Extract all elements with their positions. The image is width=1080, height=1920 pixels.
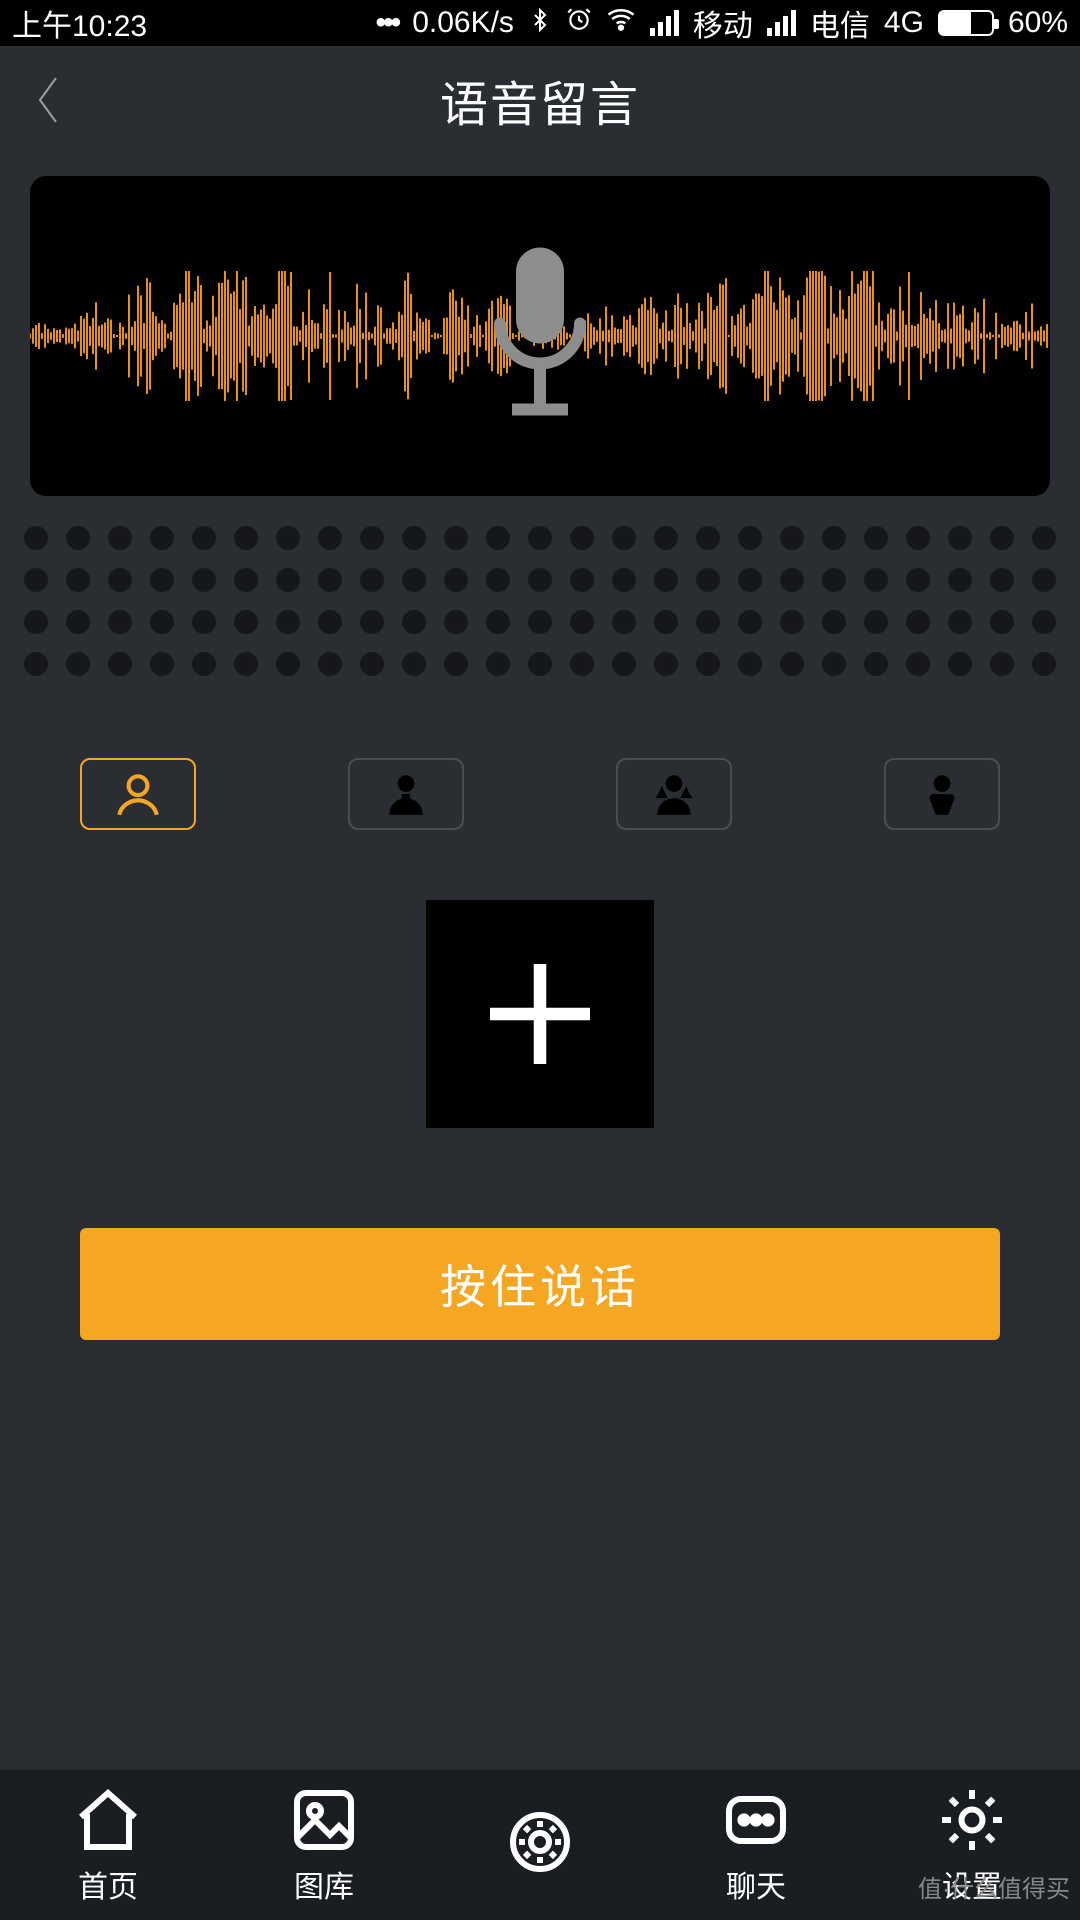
alarm-icon	[566, 6, 592, 40]
nav-chat[interactable]: 聊天	[720, 1784, 792, 1906]
status-speed: 0.06K/s	[412, 6, 514, 40]
voice-type-original[interactable]	[80, 758, 196, 830]
page-title: 语音留言	[0, 65, 1080, 135]
baby-icon	[917, 769, 967, 819]
back-button[interactable]	[28, 70, 68, 130]
bluetooth-icon	[528, 6, 552, 40]
hold-to-talk-button[interactable]: 按住说话	[80, 1228, 1000, 1340]
waveform-panel	[30, 176, 1050, 496]
voice-type-man[interactable]	[348, 758, 464, 830]
status-net: 4G	[884, 6, 924, 40]
plus-icon	[480, 954, 600, 1074]
battery-icon	[938, 10, 994, 36]
nav-gallery[interactable]: 图库	[288, 1784, 360, 1906]
woman-icon	[649, 769, 699, 819]
status-carrier-2: 电信	[810, 1, 870, 45]
hold-to-talk-label: 按住说话	[440, 1251, 640, 1317]
status-battery-pct: 60%	[1008, 6, 1068, 40]
status-carrier-1: 移动	[693, 1, 753, 45]
chat-icon	[720, 1784, 792, 1856]
home-icon	[72, 1784, 144, 1856]
person-outline-icon	[113, 769, 163, 819]
nav-label: 图库	[294, 1862, 354, 1906]
chevron-left-icon	[35, 76, 61, 124]
man-icon	[381, 769, 431, 819]
microphone-icon	[480, 244, 600, 429]
watermark: 值·什么值得买	[918, 1869, 1070, 1904]
add-recording-button[interactable]	[426, 900, 654, 1128]
nav-home[interactable]: 首页	[72, 1784, 144, 1906]
brightness-icon	[504, 1806, 576, 1878]
app-header: 语音留言	[0, 46, 1080, 154]
gear-icon	[936, 1784, 1008, 1856]
nav-brightness[interactable]	[504, 1806, 576, 1884]
speaker-grille	[30, 526, 1050, 676]
nav-label: 首页	[78, 1862, 138, 1906]
voice-type-row	[30, 758, 1050, 830]
status-time: 上午10:23	[12, 1, 147, 45]
voice-type-woman[interactable]	[616, 758, 732, 830]
more-icon: •••	[376, 6, 399, 40]
status-bar: 上午10:23 ••• 0.06K/s 移动 电信 4G 60%	[0, 0, 1080, 46]
signal-2-icon	[767, 10, 796, 36]
nav-label: 聊天	[726, 1862, 786, 1906]
wifi-icon	[606, 4, 636, 42]
gallery-icon	[288, 1784, 360, 1856]
voice-type-baby[interactable]	[884, 758, 1000, 830]
signal-1-icon	[650, 10, 679, 36]
